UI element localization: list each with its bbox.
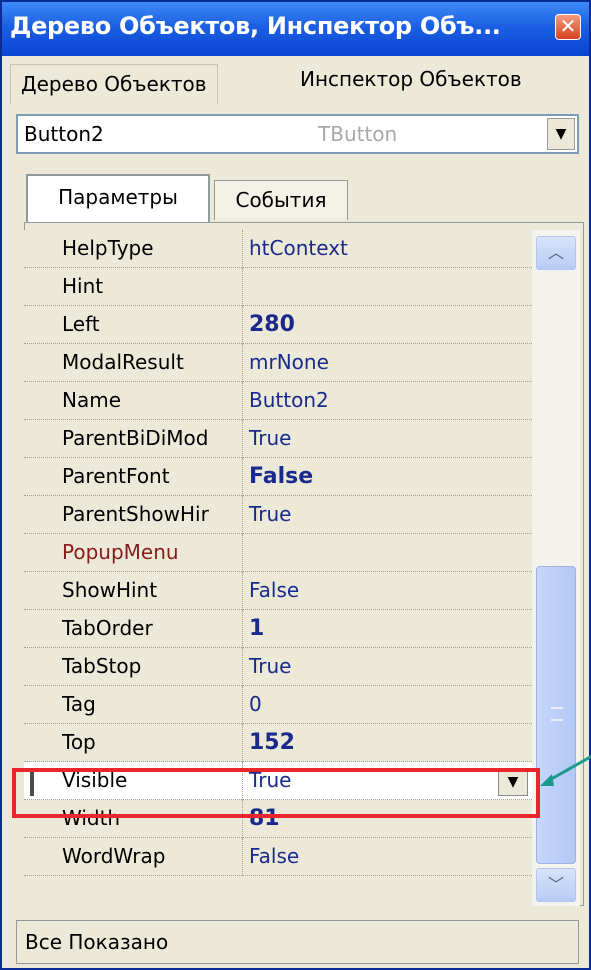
column-divider (242, 382, 244, 420)
property-row[interactable]: PopupMenu (24, 534, 532, 572)
property-name: TabStop (62, 654, 142, 678)
tab-object-tree[interactable]: Дерево Объектов (10, 64, 218, 104)
property-row[interactable]: ParentFont False (24, 458, 532, 496)
property-row[interactable]: ParentBiDiMod True (24, 420, 532, 458)
column-divider (242, 724, 244, 762)
property-value[interactable]: 280 (249, 312, 295, 337)
property-row[interactable]: TabOrder 1 (24, 610, 532, 648)
property-value[interactable]: True (249, 426, 291, 450)
column-divider (242, 230, 244, 268)
scroll-thumb[interactable] (536, 566, 576, 864)
tab-events[interactable]: События (214, 180, 348, 220)
property-row[interactable]: Name Button2 (24, 382, 532, 420)
column-divider (242, 496, 244, 534)
column-divider (242, 686, 244, 724)
property-name: ModalResult (62, 350, 184, 374)
chevron-down-icon[interactable]: ▼ (547, 118, 575, 150)
status-bar: Все Показано (16, 920, 579, 964)
column-divider (242, 838, 244, 876)
property-name: PopupMenu (62, 540, 179, 564)
property-value[interactable]: True (249, 502, 291, 526)
component-type: TButton (318, 122, 398, 146)
property-name: Top (62, 730, 96, 754)
property-value[interactable]: 0 (249, 692, 262, 716)
property-row[interactable]: Left 280 (24, 306, 532, 344)
property-row[interactable]: Tag 0 (24, 686, 532, 724)
highlight-annotation (12, 768, 540, 818)
grip-icon (551, 707, 563, 721)
property-value[interactable]: Button2 (249, 388, 329, 412)
scroll-up-icon[interactable]: ︿ (536, 236, 576, 270)
property-name: ParentShowHir (62, 502, 209, 526)
column-divider (242, 648, 244, 686)
property-name: HelpType (62, 236, 154, 260)
property-value[interactable]: 152 (249, 730, 295, 755)
close-icon[interactable]: ✕ (555, 14, 581, 40)
column-divider (242, 534, 244, 572)
window-title: Дерево Объектов, Инспектор Объ... (10, 12, 501, 40)
property-row[interactable]: TabStop True (24, 648, 532, 686)
property-name: Tag (62, 692, 96, 716)
property-row[interactable]: Top 152 (24, 724, 532, 762)
property-name: Left (62, 312, 100, 336)
tab-parameters[interactable]: Параметры (26, 174, 210, 222)
property-value[interactable]: htContext (249, 236, 348, 260)
property-row[interactable]: WordWrap False (24, 838, 532, 876)
property-value[interactable]: False (249, 578, 299, 602)
property-row[interactable]: ShowHint False (24, 572, 532, 610)
column-divider (242, 420, 244, 458)
callout-arrow-icon (540, 754, 591, 786)
top-tabs: Дерево Объектов Инспектор Объектов (10, 58, 585, 106)
property-row[interactable]: Hint (24, 268, 532, 306)
column-divider (242, 268, 244, 306)
column-divider (242, 572, 244, 610)
property-row[interactable]: ModalResult mrNone (24, 344, 532, 382)
property-value[interactable]: mrNone (249, 350, 329, 374)
column-divider (242, 610, 244, 648)
tab-object-inspector[interactable]: Инспектор Объектов (290, 60, 532, 104)
property-value[interactable]: 1 (249, 616, 264, 641)
property-name: ParentBiDiMod (62, 426, 209, 450)
property-value[interactable]: False (249, 464, 313, 489)
property-name: ShowHint (62, 578, 158, 602)
property-row[interactable]: HelpType htContext (24, 230, 532, 268)
component-selector[interactable]: Button2 TButton ▼ (16, 114, 579, 154)
column-divider (242, 458, 244, 496)
property-name: Hint (62, 274, 104, 298)
title-bar[interactable]: Дерево Объектов, Инспектор Объ... ✕ (2, 2, 589, 56)
property-row[interactable]: ParentShowHir True (24, 496, 532, 534)
component-name: Button2 (24, 122, 104, 146)
property-name: TabOrder (62, 616, 153, 640)
property-name: Name (62, 388, 122, 412)
column-divider (242, 344, 244, 382)
scroll-down-icon[interactable]: ﹀ (536, 868, 576, 902)
column-divider (242, 306, 244, 344)
object-inspector-window: Дерево Объектов, Инспектор Объ... ✕ Дере… (0, 0, 591, 970)
property-name: WordWrap (62, 844, 166, 868)
property-name: ParentFont (62, 464, 170, 488)
property-value[interactable]: True (249, 654, 291, 678)
property-value[interactable]: False (249, 844, 299, 868)
